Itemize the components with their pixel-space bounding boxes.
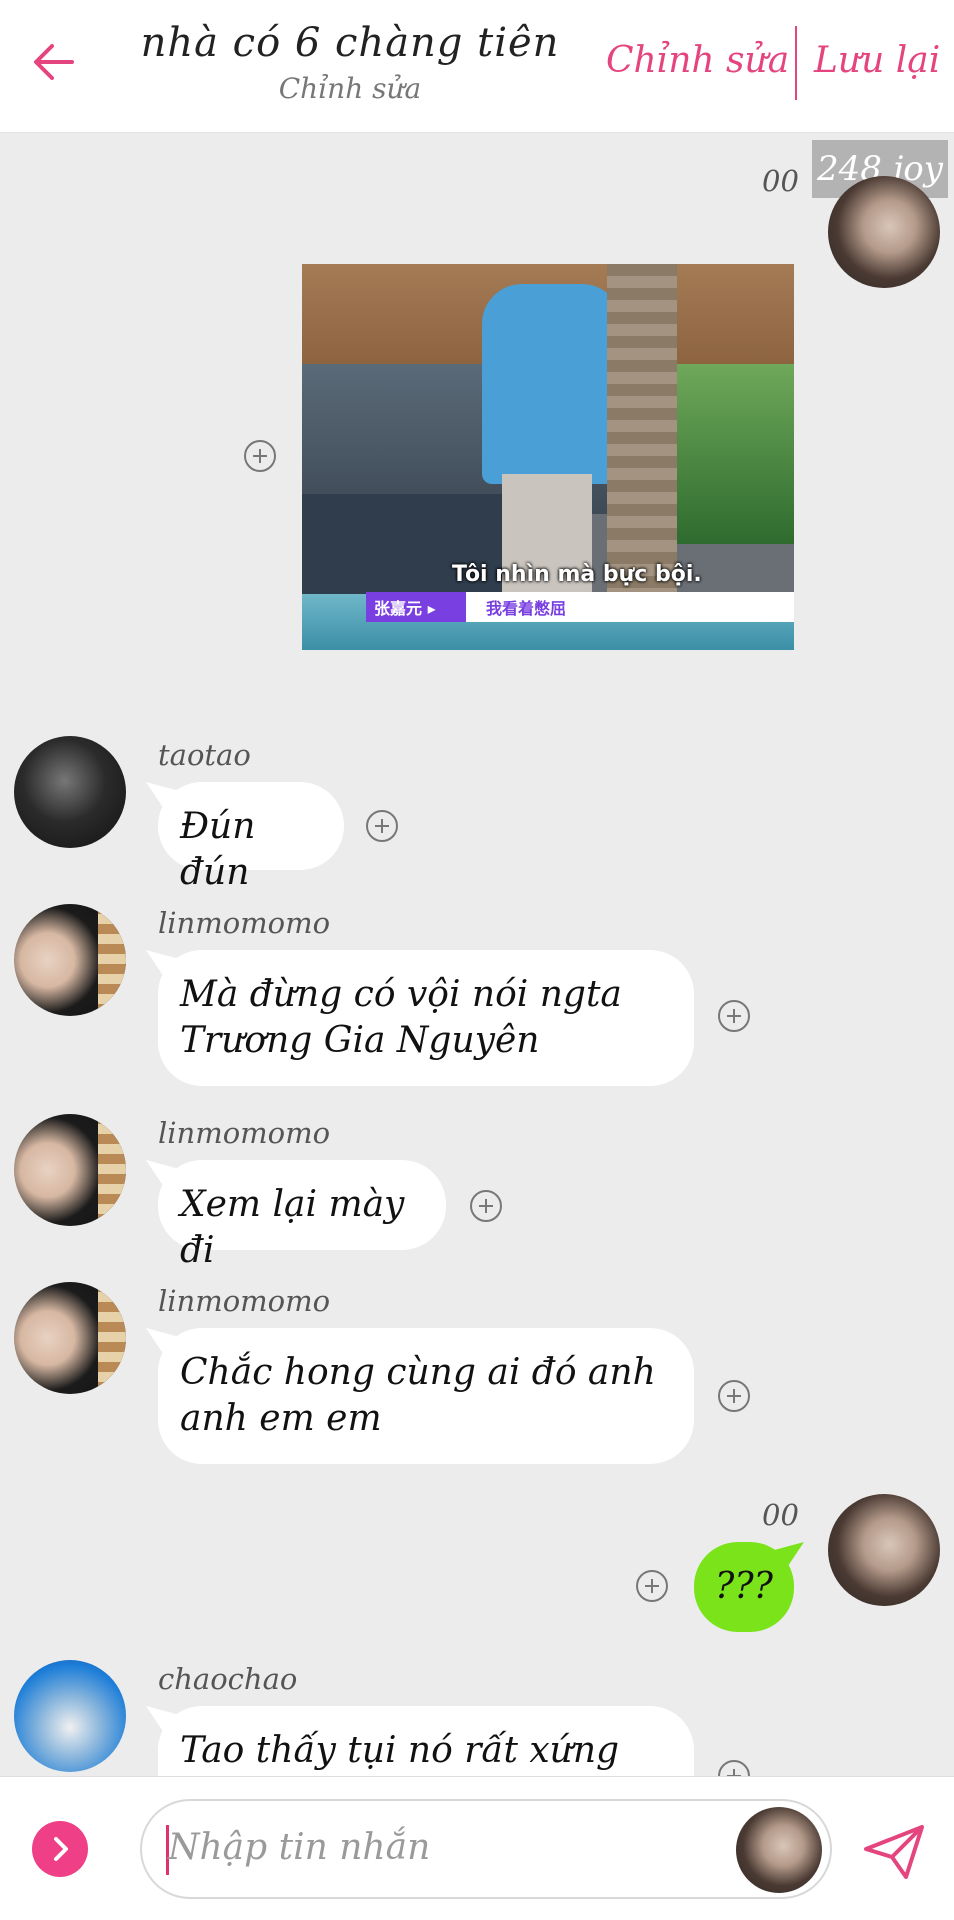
avatar[interactable] <box>736 1807 822 1893</box>
expand-button[interactable] <box>32 1821 88 1877</box>
chat-subtitle: Chỉnh sửa <box>278 72 422 105</box>
avatar[interactable] <box>14 736 126 848</box>
plus-circle-icon[interactable] <box>718 1760 750 1776</box>
plus-circle-icon[interactable] <box>718 1380 750 1412</box>
avatar[interactable] <box>14 1114 126 1226</box>
avatar[interactable] <box>14 1660 126 1772</box>
sender-name: linmomomo <box>158 906 331 940</box>
sender-name: 00 <box>762 1498 799 1532</box>
message-input[interactable]: Nhập tin nhắn <box>140 1799 832 1899</box>
edit-button[interactable]: Chỉnh sửa <box>606 40 789 81</box>
sender-name: linmomomo <box>158 1116 331 1150</box>
avatar[interactable] <box>14 904 126 1016</box>
title-area: nhà có 6 chàng tiên Chỉnh sửa <box>130 20 570 105</box>
message-bubble[interactable]: Đún đún <box>158 782 344 893</box>
image-plants <box>662 364 794 544</box>
image-tag-left: 张嘉元 ▸ <box>374 599 436 618</box>
plus-circle-icon[interactable] <box>244 440 276 472</box>
message-bubble[interactable]: ??? <box>694 1542 794 1632</box>
message-input-placeholder: Nhập tin nhắn <box>168 1827 431 1868</box>
message-bubble[interactable]: Xem lại mày đi <box>158 1160 446 1271</box>
message-text: Xem lại mày đi <box>180 1184 405 1271</box>
image-tree <box>607 264 677 594</box>
avatar[interactable] <box>828 1494 940 1606</box>
plus-circle-icon[interactable] <box>636 1570 668 1602</box>
sender-name: chaochao <box>158 1662 298 1696</box>
avatar[interactable] <box>14 1282 126 1394</box>
plus-circle-icon[interactable] <box>366 810 398 842</box>
chat-header: nhà có 6 chàng tiên Chỉnh sửa Chỉnh sửa … <box>0 0 954 133</box>
input-bar: Nhập tin nhắn <box>0 1776 954 1920</box>
send-button[interactable] <box>862 1823 926 1881</box>
sender-name: linmomomo <box>158 1284 331 1318</box>
chevron-right-icon <box>54 1837 68 1861</box>
message-text: Tao thấy tụi nó rất xứng đôi <box>180 1730 620 1771</box>
plus-circle-icon[interactable] <box>470 1190 502 1222</box>
message-bubble[interactable]: Tao thấy tụi nó rất xứng đôi <box>158 1706 694 1776</box>
sender-name: 00 <box>762 164 799 198</box>
chat-area[interactable]: 248 joy 00 Tôi nhìn mà bực bội. 张嘉元 ▸ 我看… <box>0 134 954 1776</box>
send-icon <box>864 1825 924 1879</box>
header-divider <box>795 26 797 100</box>
message-text: Chắc hong cùng ai đó anh anh em em <box>180 1352 656 1439</box>
image-tag: 张嘉元 ▸ 我看着憋屈 <box>366 592 794 622</box>
message-bubble[interactable]: Chắc hong cùng ai đó anh anh em em <box>158 1328 694 1464</box>
message-text: Đún đún <box>180 806 256 893</box>
chat-title: nhà có 6 chàng tiên <box>140 20 560 66</box>
message-text: ??? <box>715 1566 773 1607</box>
image-caption: Tôi nhìn mà bực bội. <box>452 562 702 587</box>
avatar[interactable] <box>828 176 940 288</box>
back-button[interactable] <box>28 34 84 90</box>
message-bubble[interactable]: Mà đừng có vội nói ngta Trương Gia Nguyê… <box>158 950 694 1086</box>
arrow-left-icon <box>34 44 74 80</box>
message-text: Mà đừng có vội nói ngta Trương Gia Nguyê… <box>180 974 622 1061</box>
image-person <box>482 284 622 484</box>
image-tag-right: 我看着憋屈 <box>486 599 567 618</box>
sender-name: taotao <box>158 738 251 772</box>
save-button[interactable]: Lưu lại <box>814 40 940 81</box>
plus-circle-icon[interactable] <box>718 1000 750 1032</box>
image-message[interactable]: Tôi nhìn mà bực bội. 张嘉元 ▸ 我看着憋屈 <box>302 264 794 650</box>
